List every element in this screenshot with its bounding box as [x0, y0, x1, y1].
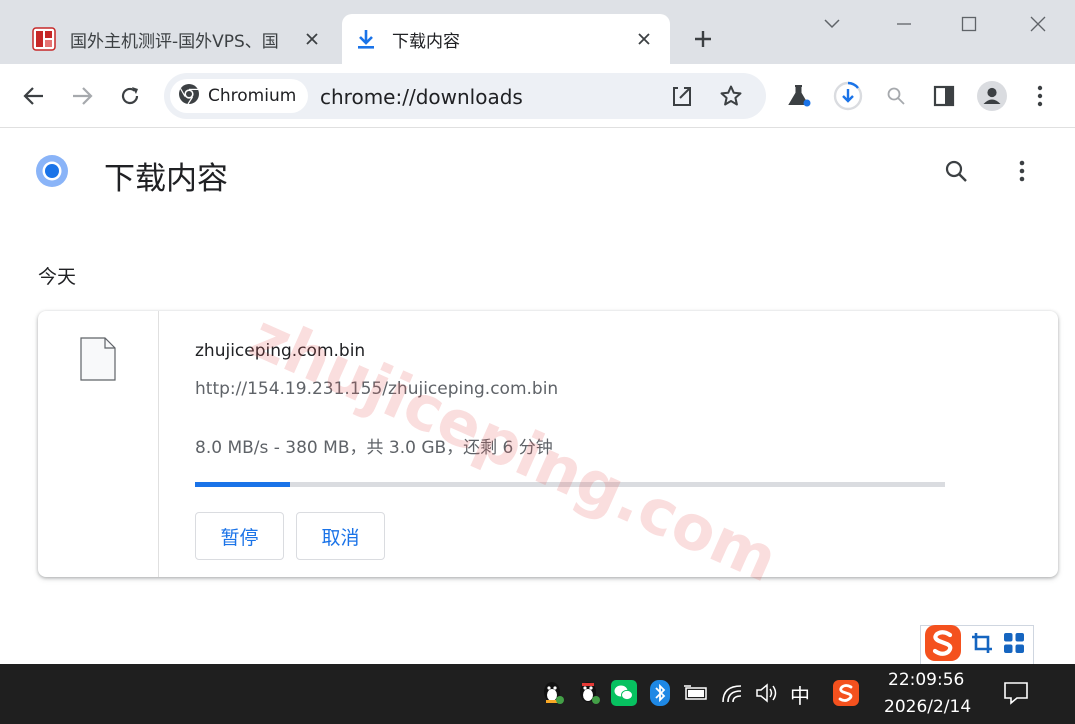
tab-search-chevron-icon[interactable]	[812, 8, 852, 40]
maximize-icon[interactable]	[949, 8, 989, 40]
tab-strip: 国外主机测评-国外VPS、国 下载内容	[0, 0, 1075, 64]
download-progress-fill	[195, 482, 291, 487]
taskbar: 中 22:09:56 2026/2/14	[0, 664, 1075, 724]
chrome-logo-icon	[35, 154, 69, 188]
qq-penguin-icon[interactable]	[540, 680, 566, 706]
window-close-icon[interactable]	[1018, 8, 1058, 40]
bookmark-star-icon[interactable]	[716, 81, 746, 111]
wifi-icon[interactable]	[720, 680, 746, 706]
chromium-logo-icon	[178, 83, 200, 109]
sogou-tray-icon[interactable]	[833, 680, 859, 706]
toolbox-grid-icon[interactable]	[1003, 632, 1025, 658]
labs-flask-icon[interactable]	[781, 78, 817, 114]
close-icon[interactable]	[634, 29, 654, 49]
sogou-ime-icon[interactable]	[923, 623, 963, 667]
tab-zhujiceping[interactable]: 国外主机测评-国外VPS、国	[20, 14, 338, 64]
clock-date[interactable]: 2026/2/14	[884, 697, 971, 717]
search-downloads-icon[interactable]	[940, 155, 972, 187]
tab-downloads[interactable]: 下载内容	[342, 14, 670, 64]
bluetooth-icon[interactable]	[647, 680, 673, 706]
ime-floating-toolbar	[920, 625, 1034, 665]
file-icon	[80, 337, 116, 385]
share-icon[interactable]	[667, 81, 697, 111]
downloads-page: 下载内容 今天 zhujiceping.com.bin http://154.1…	[0, 129, 1075, 665]
back-icon[interactable]	[16, 78, 52, 114]
url-text[interactable]: chrome://downloads	[320, 85, 523, 109]
qq-penguin-icon-2[interactable]	[576, 680, 602, 706]
crop-icon[interactable]	[971, 632, 993, 658]
pause-button[interactable]: 暂停	[195, 512, 284, 560]
volume-icon[interactable]	[754, 680, 780, 706]
forward-icon[interactable]	[64, 78, 100, 114]
site-favicon-icon	[32, 27, 56, 51]
clock-time[interactable]: 22:09:56	[888, 670, 964, 690]
more-menu-icon[interactable]	[1022, 78, 1058, 114]
page-more-menu-icon[interactable]	[1006, 155, 1038, 187]
input-method-indicator[interactable]: 中	[790, 680, 810, 709]
address-bar[interactable]: Chromium chrome://downloads	[164, 73, 766, 119]
tab-title: 国外主机测评-国外VPS、国	[70, 31, 279, 52]
reload-icon[interactable]	[112, 78, 148, 114]
site-chip-label: Chromium	[208, 86, 297, 106]
download-item-icon-column	[38, 311, 159, 577]
search-icon[interactable]	[878, 78, 914, 114]
minimize-icon[interactable]	[884, 8, 924, 40]
cancel-button[interactable]: 取消	[296, 512, 385, 560]
date-group-label: 今天	[38, 266, 77, 288]
battery-icon[interactable]	[683, 680, 709, 706]
page-title: 下载内容	[104, 161, 228, 197]
side-panel-icon[interactable]	[926, 78, 962, 114]
browser-toolbar: Chromium chrome://downloads	[0, 64, 1075, 128]
tab-title: 下载内容	[392, 31, 460, 52]
notification-center-icon[interactable]	[1003, 680, 1029, 706]
download-progress-icon[interactable]	[830, 78, 866, 114]
wechat-icon[interactable]	[611, 680, 637, 706]
profile-avatar-icon[interactable]	[974, 78, 1010, 114]
close-icon[interactable]	[302, 29, 322, 49]
site-info-chip[interactable]: Chromium	[170, 79, 308, 113]
new-tab-button[interactable]	[688, 24, 718, 54]
download-icon	[354, 27, 378, 51]
